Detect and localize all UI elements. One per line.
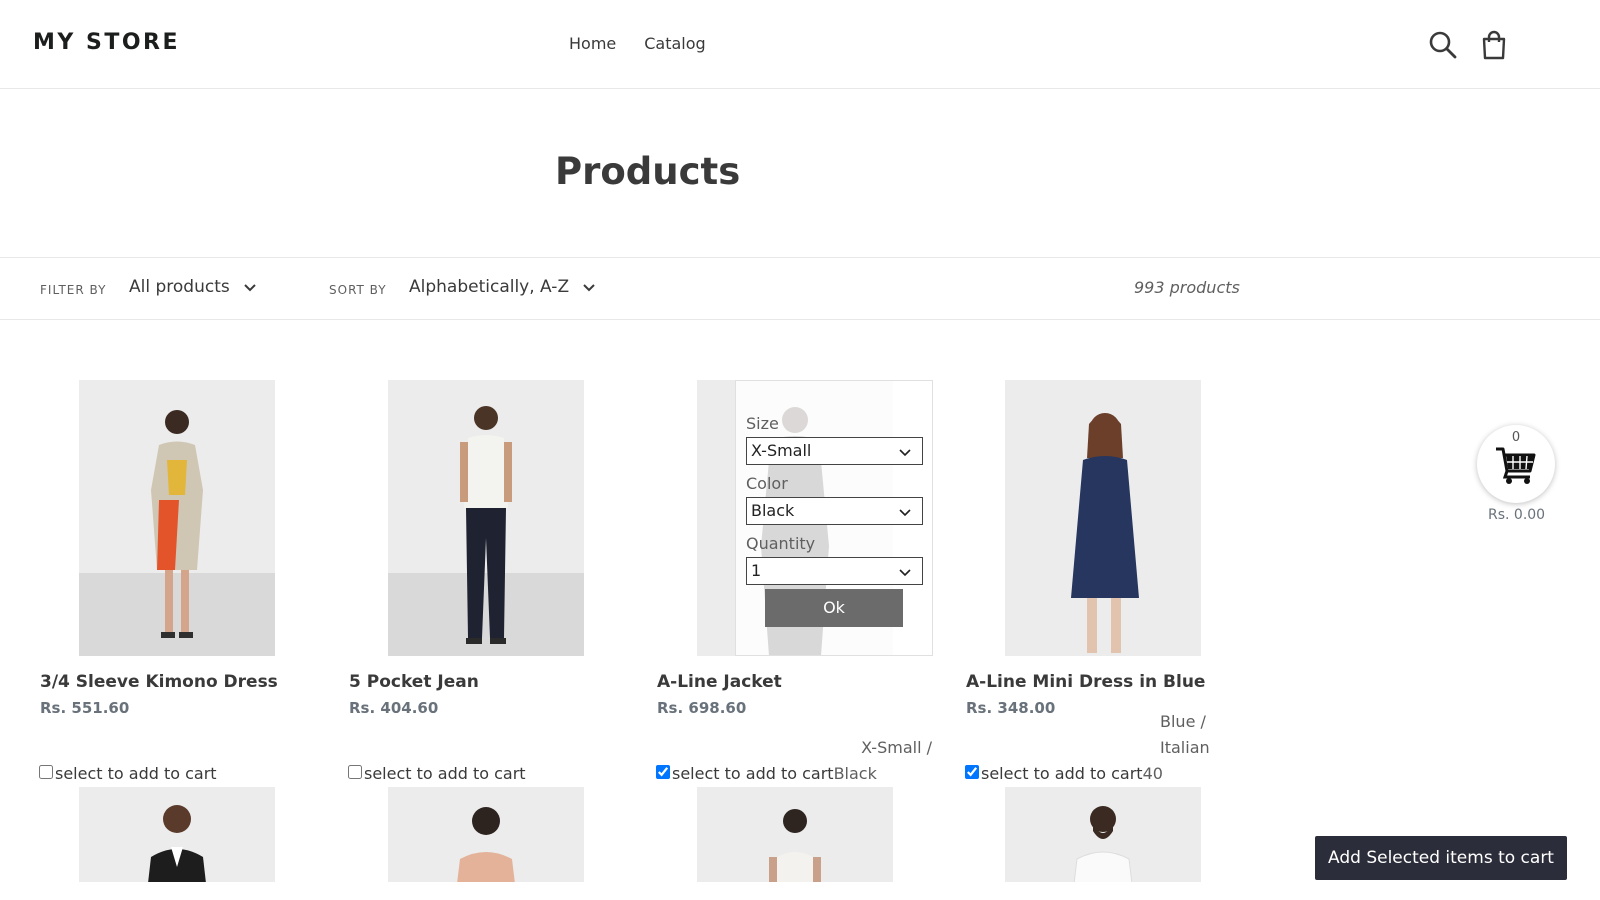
product-price: Rs. 551.60 [40, 699, 130, 717]
size-label: Size [746, 414, 779, 433]
page-title: Products [555, 150, 741, 193]
color-select[interactable]: Black [746, 497, 923, 525]
store-logo[interactable]: MY STORE [33, 30, 180, 55]
sort-select[interactable]: Alphabetically, A-Z [409, 277, 597, 297]
selected-variant-line: Black [833, 764, 877, 783]
product-title[interactable]: 3/4 Sleeve Kimono Dress [40, 672, 278, 692]
color-value: Black [751, 501, 795, 520]
selected-variant: Blue / Italian [1160, 709, 1210, 761]
filter-value: All products [129, 277, 230, 297]
product-count: 993 products [1134, 278, 1240, 297]
product-select-label: select to add to cart [364, 764, 526, 783]
color-label: Color [746, 474, 788, 493]
product-select[interactable]: select to add to cart [348, 764, 526, 783]
filter-label: FILTER BY [40, 283, 107, 297]
product-select-checkbox[interactable] [348, 764, 362, 779]
search-icon[interactable] [1426, 28, 1460, 62]
sort-label: SORT BY [329, 283, 387, 297]
selected-variant-line: X-Small / [861, 738, 932, 757]
product-title[interactable]: 5 Pocket Jean [349, 672, 479, 692]
selected-variant-line: Italian [1160, 738, 1210, 757]
cart-bag-icon[interactable] [1477, 28, 1511, 62]
nav-catalog[interactable]: Catalog [644, 34, 705, 53]
product-select-label: select to add to cart [672, 764, 834, 783]
product-title[interactable]: A-Line Mini Dress in Blue [966, 672, 1205, 692]
product-image-kimono-dress[interactable] [79, 380, 275, 656]
filter-bar: FILTER BY All products SORT BY Alphabeti… [0, 257, 1600, 320]
product-title[interactable]: A-Line Jacket [657, 672, 782, 692]
product-select-checkbox[interactable] [965, 764, 979, 779]
chevron-down-icon [583, 284, 595, 292]
selected-variant: X-Small / [832, 735, 932, 761]
product-select-label: select to add to cart [55, 764, 217, 783]
chevron-down-icon [899, 569, 911, 577]
selected-variant-line: Blue / [1160, 712, 1206, 731]
quantity-value: 1 [751, 561, 762, 580]
product-image[interactable] [697, 787, 893, 882]
product-image[interactable] [79, 787, 275, 882]
add-selected-to-cart-button[interactable]: Add Selected items to cart [1315, 836, 1567, 880]
product-price: Rs. 348.00 [966, 699, 1056, 717]
selected-variant-line: 40 [1142, 764, 1163, 783]
product-image-a-line-mini-dress[interactable] [1005, 380, 1201, 656]
cart-count: 0 [1511, 430, 1521, 445]
site-header: MY STORE Home Catalog [0, 0, 1600, 89]
shopping-cart-icon [1496, 447, 1536, 484]
product-select[interactable]: select to add to cart [39, 764, 217, 783]
floating-cart-button[interactable]: 0 [1477, 425, 1555, 503]
ok-button[interactable]: Ok [765, 589, 903, 627]
sort-value: Alphabetically, A-Z [409, 277, 570, 297]
chevron-down-icon [899, 509, 911, 517]
product-select-checkbox[interactable] [39, 764, 53, 779]
product-price: Rs. 698.60 [657, 699, 747, 717]
product-select-checkbox[interactable] [656, 764, 670, 779]
product-image-pocket-jean[interactable] [388, 380, 584, 656]
product-select[interactable]: select to add to cart Black [656, 764, 877, 783]
chevron-down-icon [244, 284, 256, 292]
quantity-select[interactable]: 1 [746, 557, 923, 585]
product-image[interactable] [388, 787, 584, 882]
product-image[interactable] [1005, 787, 1201, 882]
nav-home[interactable]: Home [569, 34, 616, 53]
chevron-down-icon [899, 449, 911, 457]
product-price: Rs. 404.60 [349, 699, 439, 717]
size-value: X-Small [751, 441, 812, 460]
cart-total: Rs. 0.00 [1488, 507, 1546, 523]
variant-popup: Size X-Small Color Black Quantity 1 Ok [735, 380, 933, 656]
filter-select[interactable]: All products [129, 277, 258, 297]
product-select-label: select to add to cart [981, 764, 1143, 783]
main-nav: Home Catalog [569, 34, 706, 53]
size-select[interactable]: X-Small [746, 437, 923, 465]
quantity-label: Quantity [746, 534, 816, 553]
product-select[interactable]: select to add to cart 40 [965, 764, 1163, 783]
